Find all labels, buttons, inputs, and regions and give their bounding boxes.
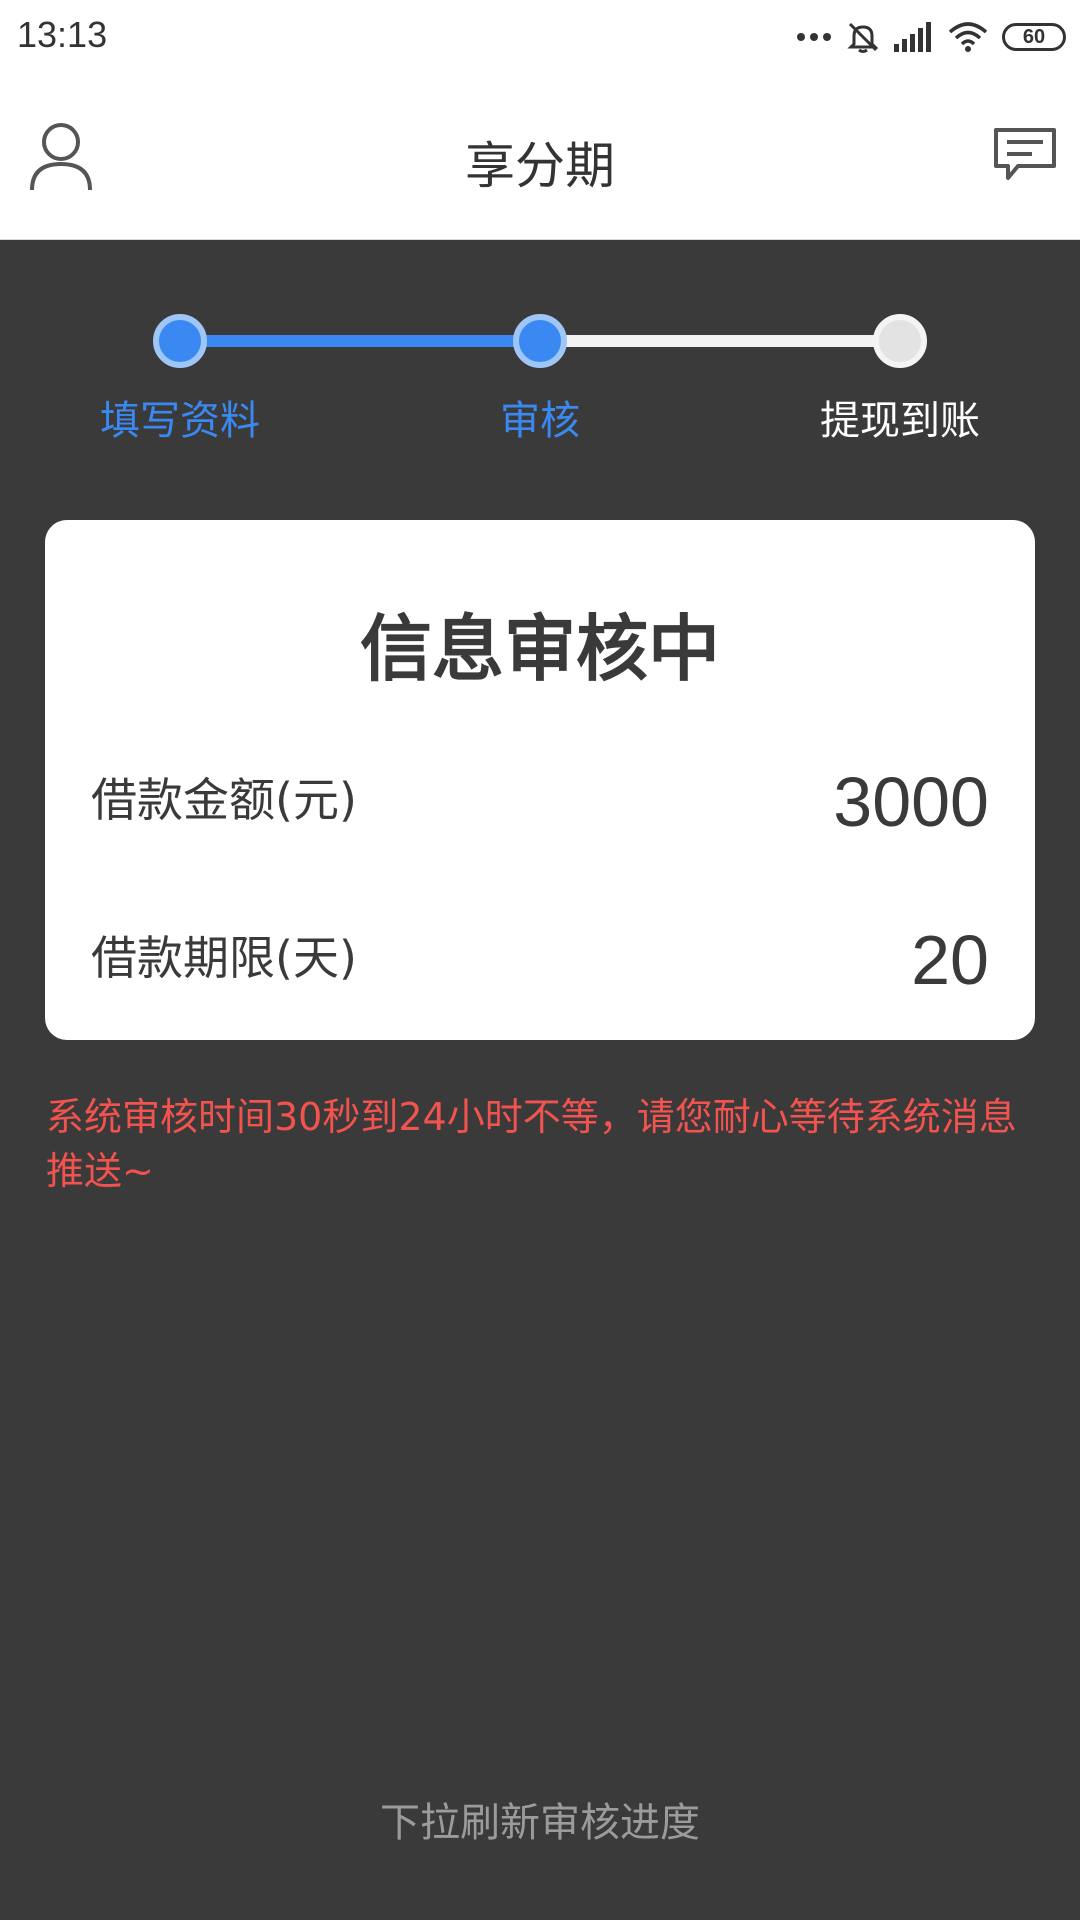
wifi-icon	[948, 22, 988, 52]
page-title: 享分期	[465, 137, 615, 195]
step-dot-review	[513, 314, 567, 368]
step-label-withdraw: 提现到账	[820, 398, 980, 444]
loan-term-row: 借款期限(天) 20	[91, 910, 989, 1000]
status-time: 13:13	[17, 14, 108, 55]
status-bar: 13:13 60	[0, 0, 1080, 74]
more-dots-icon	[797, 33, 831, 41]
step-dot-fill-info	[153, 314, 207, 368]
loan-term-value: 20	[911, 921, 989, 999]
pull-refresh-hint: 下拉刷新审核进度	[380, 1800, 700, 1846]
loan-amount-value: 3000	[833, 763, 989, 841]
loan-term-label: 借款期限(天)	[91, 931, 357, 985]
step-label-review: 审核	[500, 398, 580, 444]
status-icons: 60	[796, 16, 1066, 58]
app-header: 享分期	[0, 74, 1080, 240]
mute-bell-icon	[847, 22, 879, 53]
message-icon[interactable]	[992, 126, 1058, 184]
step-label-fill-info: 填写资料	[100, 398, 260, 444]
review-status-card: 信息审核中 借款金额(元) 3000 借款期限(天) 20	[45, 520, 1035, 1040]
card-title: 信息审核中	[359, 607, 720, 691]
battery-level: 60	[1022, 25, 1046, 48]
step-connector-done	[180, 335, 540, 347]
progress-steps: 填写资料 审核 提现到账	[0, 240, 1080, 490]
review-notice: 系统审核时间30秒到24小时不等，请您耐心等待系统消息推送~	[46, 1095, 1017, 1193]
step-connector-pending	[540, 335, 900, 347]
loan-amount-label: 借款金额(元)	[91, 773, 357, 827]
loan-amount-row: 借款金额(元) 3000	[91, 752, 989, 842]
battery-icon: 60	[1002, 23, 1066, 51]
signal-icon	[894, 22, 931, 52]
step-dot-withdraw	[873, 314, 927, 368]
